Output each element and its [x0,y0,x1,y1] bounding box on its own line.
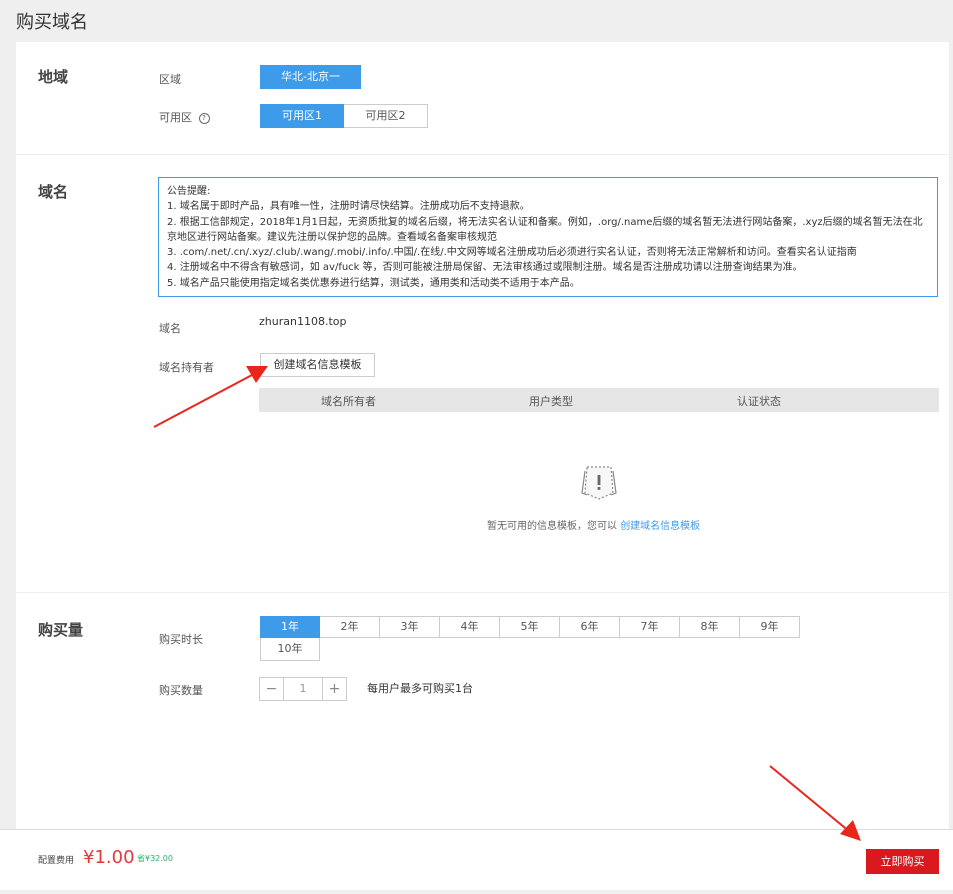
count-hint: 每用户最多可购买1台 [367,682,473,695]
notice-item: 3. .com/.net/.cn/.xyz/.club/.wang/.mobi/… [167,247,857,259]
total-price: ¥1.00 [83,847,135,868]
order-footer: 配置费用 ¥1.00 省¥32.00 立即购买 [0,829,953,890]
notice-item: 4. 注册域名中不得含有敏感词，如 av/fuck 等，否则可能被注册局保留、无… [167,262,803,274]
region-section: 地域 区域 华北-北京一 可用区 ? 可用区1 可用区2 [16,42,949,154]
savings-text: 省¥32.00 [137,854,173,863]
duration-option-5y[interactable]: 5年 [499,616,560,638]
region-option-beijing1[interactable]: 华北-北京一 [260,65,361,89]
duration-option-3y[interactable]: 3年 [379,616,440,638]
quantity-input[interactable]: 1 [283,677,323,701]
notice-heading: 公告提醒: [167,186,211,197]
notice-item: 5. 域名产品只能使用指定域名类优惠券进行结算，测试类，通用类和活动类不适用于本… [167,277,580,289]
count-label: 购买数量 [159,684,203,697]
empty-state-message: 暂无可用的信息模板，您可以 [487,521,617,532]
duration-option-4y[interactable]: 4年 [439,616,500,638]
holder-label: 域名持有者 [159,361,214,374]
duration-option-6y[interactable]: 6年 [559,616,620,638]
duration-option-7y[interactable]: 7年 [619,616,680,638]
domain-section: 域名 公告提醒: 1. 域名属于即时产品，具有唯一性，注册时请尽快结算。注册成功… [16,155,949,592]
domain-value: zhuran1108.top [259,315,347,328]
duration-option-10y[interactable]: 10年 [260,637,320,661]
quantity-section: 购买量 购买时长 1年 2年 3年 4年 5年 6年 7年 8年 9年 10年 … [16,593,949,830]
price-label: 配置费用 [38,856,75,866]
help-icon[interactable]: ? [198,113,210,124]
notice-item: 2. 根据工信部规定，2018年1月1日起，无资质批复的域名后缀，将无法实名认证… [167,216,923,243]
empty-state-text: 暂无可用的信息模板，您可以 创建域名信息模板 [487,517,700,532]
notice-box: 公告提醒: 1. 域名属于即时产品，具有唯一性，注册时请尽快结算。注册成功后不支… [158,177,938,297]
region-label: 区域 [159,73,181,86]
holder-table-header: 域名所有者 用户类型 认证状态 [259,388,939,412]
duration-option-9y[interactable]: 9年 [739,616,800,638]
decrement-button[interactable]: − [259,677,284,701]
column-user-type: 用户类型 [529,395,573,408]
page-title: 购买域名 [16,12,88,33]
zone-label-text: 可用区 [159,111,192,124]
buy-now-button[interactable]: 立即购买 [866,849,939,874]
create-template-link[interactable]: 创建域名信息模板 [620,521,700,532]
quantity-section-title: 购买量 [38,621,84,639]
create-template-button[interactable]: 创建域名信息模板 [260,353,375,377]
column-auth-status: 认证状态 [737,395,781,408]
increment-button[interactable]: + [322,677,347,701]
duration-option-1y[interactable]: 1年 [260,616,320,638]
zone-option-1[interactable]: 可用区1 [260,104,344,128]
region-section-title: 地域 [38,68,69,86]
zone-label: 可用区 ? [159,109,210,125]
zone-option-2[interactable]: 可用区2 [343,104,428,128]
quantity-stepper: − 1 + [259,677,347,701]
duration-options: 1年 2年 3年 4年 5年 6年 7年 8年 9年 [260,616,800,638]
domain-section-title: 域名 [38,183,69,201]
duration-option-2y[interactable]: 2年 [319,616,380,638]
duration-option-8y[interactable]: 8年 [679,616,740,638]
empty-box-icon [579,463,619,505]
domain-label: 域名 [159,322,181,335]
column-owner: 域名所有者 [321,395,376,408]
notice-item: 1. 域名属于即时产品，具有唯一性，注册时请尽快结算。注册成功后不支持退款。 [167,201,530,213]
duration-label: 购买时长 [159,633,203,646]
